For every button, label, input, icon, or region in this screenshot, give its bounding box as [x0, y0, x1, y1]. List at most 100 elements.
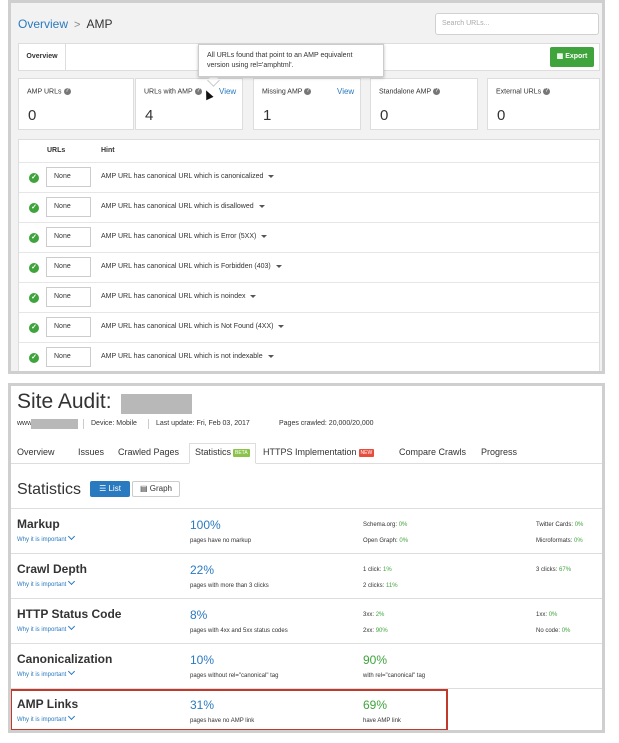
card-urls-with-amp: URLs with AMP? View 4 [135, 78, 243, 130]
hint-dropdown[interactable]: AMP URL has canonical URL which is canon… [101, 173, 275, 180]
why-label: Why it is important [17, 582, 67, 588]
check-icon: ✓ [29, 353, 39, 363]
urls-count-box[interactable]: None [46, 347, 91, 367]
column-header-urls[interactable]: URLs [47, 147, 65, 154]
help-icon[interactable]: ? [543, 88, 551, 95]
help-icon[interactable]: ? [304, 88, 312, 95]
caret-down-icon [261, 234, 268, 238]
metric-value[interactable]: 0% [575, 522, 584, 528]
button-label: List [108, 484, 121, 493]
stat-percent[interactable]: 10% [190, 653, 214, 667]
metric-label: Schema.org: [363, 522, 398, 528]
urls-count-box[interactable]: None [46, 227, 91, 247]
amp-report-panel: Overview > AMP Search URLs... Overview ▦ E… [8, 0, 605, 374]
tab-issues[interactable]: Issues [78, 445, 104, 463]
page-title: Site Audit: [17, 390, 112, 413]
stat-percent[interactable]: 22% [190, 563, 214, 577]
stat-percent[interactable]: 31% [190, 698, 214, 712]
device-text: Device: Mobile [91, 420, 137, 427]
urls-count-box[interactable]: None [46, 287, 91, 307]
stat-description: pages have no AMP link [190, 718, 255, 724]
audit-tabs: Overview Issues Crawled Pages Statistics… [11, 441, 602, 464]
tab-progress[interactable]: Progress [481, 445, 517, 463]
urls-count-box[interactable]: None [46, 257, 91, 277]
chevron-down-icon [68, 667, 76, 676]
urls-count-box[interactable]: None [46, 317, 91, 337]
card-view-link[interactable]: View [337, 87, 354, 96]
metric-value[interactable]: 67% [559, 567, 571, 573]
tab-statistics[interactable]: Statistics BETA [189, 443, 256, 464]
metric-value[interactable]: 0% [549, 612, 558, 618]
stat-name: AMP Links [17, 697, 79, 711]
graph-view-button[interactable]: ▤ Graph [132, 481, 180, 497]
stat-percent-secondary[interactable]: 90% [363, 653, 387, 667]
hint-text: AMP URL has canonical URL which is Not F… [101, 323, 274, 330]
export-button[interactable]: ▦ Export [550, 47, 594, 67]
table-row: ✓ None AMP URL has canonical URL which i… [19, 222, 599, 253]
metric-value[interactable]: 0% [399, 522, 408, 528]
tab-compare-crawls[interactable]: Compare Crawls [399, 445, 466, 463]
export-label: Export [565, 53, 588, 60]
tab-crawled-pages[interactable]: Crawled Pages [118, 445, 179, 463]
hint-dropdown[interactable]: AMP URL has canonical URL which is Not F… [101, 323, 285, 330]
stat-description-secondary: with rel="canonical" tag [363, 673, 426, 679]
tab-https-implementation[interactable]: HTTPS Implementation NEW [263, 445, 375, 463]
help-icon[interactable]: ? [194, 88, 202, 95]
metric-label: 3xx: [363, 612, 375, 618]
stat-description-secondary: have AMP link [363, 718, 401, 724]
metric-value[interactable]: 11% [386, 583, 398, 589]
button-label: Graph [149, 484, 172, 493]
card-label: External URLs [496, 88, 542, 96]
stat-row-canonicalization: Canonicalization Why it is important 10%… [11, 643, 602, 689]
tab-overview[interactable]: Overview [17, 445, 55, 463]
stat-percent-secondary[interactable]: 69% [363, 698, 387, 712]
table-row: ✓ None AMP URL has canonical URL which i… [19, 252, 599, 283]
why-important-toggle[interactable]: Why it is important [17, 667, 76, 678]
search-urls-input[interactable]: Search URLs... [435, 13, 599, 35]
hint-dropdown[interactable]: AMP URL has canonical URL which is noind… [101, 293, 257, 300]
why-label: Why it is important [17, 537, 67, 543]
hint-text: AMP URL has canonical URL which is Error… [101, 233, 257, 240]
hint-dropdown[interactable]: AMP URL has canonical URL which is not i… [101, 353, 274, 360]
metric-value[interactable]: 0% [399, 538, 408, 544]
why-important-toggle[interactable]: Why it is important [17, 532, 76, 543]
hint-dropdown[interactable]: AMP URL has canonical URL which is disal… [101, 203, 265, 210]
hints-table: URLs Hint ✓ None AMP URL has canonical U… [18, 139, 600, 371]
why-important-toggle[interactable]: Why it is important [17, 622, 76, 633]
check-icon: ✓ [29, 323, 39, 333]
stat-percent[interactable]: 100% [190, 518, 221, 532]
stat-description: pages with 4xx and 5xx status codes [190, 628, 288, 634]
hint-dropdown[interactable]: AMP URL has canonical URL which is Error… [101, 233, 268, 240]
why-important-toggle[interactable]: Why it is important [17, 577, 76, 588]
tab-label: HTTPS Implementation [263, 447, 357, 457]
stat-percent[interactable]: 8% [190, 608, 207, 622]
hint-dropdown[interactable]: AMP URL has canonical URL which is Forbi… [101, 263, 282, 270]
help-icon[interactable]: ? [433, 88, 441, 95]
card-view-link[interactable]: View [219, 87, 236, 96]
metric-value[interactable]: 2% [376, 612, 385, 618]
chevron-down-icon [68, 532, 76, 541]
metric-value[interactable]: 1% [383, 567, 392, 573]
breadcrumb-overview-link[interactable]: Overview [18, 17, 68, 31]
card-value: 1 [263, 107, 272, 124]
metric-value[interactable]: 90% [376, 628, 388, 634]
stat-name: Markup [17, 517, 60, 531]
list-view-button[interactable]: ☰ List [90, 481, 130, 497]
why-label: Why it is important [17, 717, 67, 723]
metric-value[interactable]: 0% [562, 628, 571, 634]
why-important-toggle[interactable]: Why it is important [17, 712, 76, 723]
table-row: ✓ None AMP URL has canonical URL which i… [19, 342, 599, 371]
help-icon[interactable]: ? [63, 88, 71, 95]
stat-row-http-status-code: HTTP Status Code Why it is important 8% … [11, 598, 602, 644]
metric-label: 2xx: [363, 628, 375, 634]
tooltip-line: version using rel='amphtml'. [207, 62, 294, 69]
tooltip-line: All URLs found that point to an AMP equi… [207, 52, 353, 59]
urls-count-box[interactable]: None [46, 167, 91, 187]
breadcrumb: Overview > AMP [18, 17, 112, 31]
stat-name: Canonicalization [17, 652, 113, 666]
metric-label: 1 click: [363, 567, 382, 573]
urls-count-box[interactable]: None [46, 197, 91, 217]
tab-overview[interactable]: Overview [19, 44, 66, 70]
metric-label: 2 clicks: [363, 583, 385, 589]
metric-value[interactable]: 0% [574, 538, 583, 544]
